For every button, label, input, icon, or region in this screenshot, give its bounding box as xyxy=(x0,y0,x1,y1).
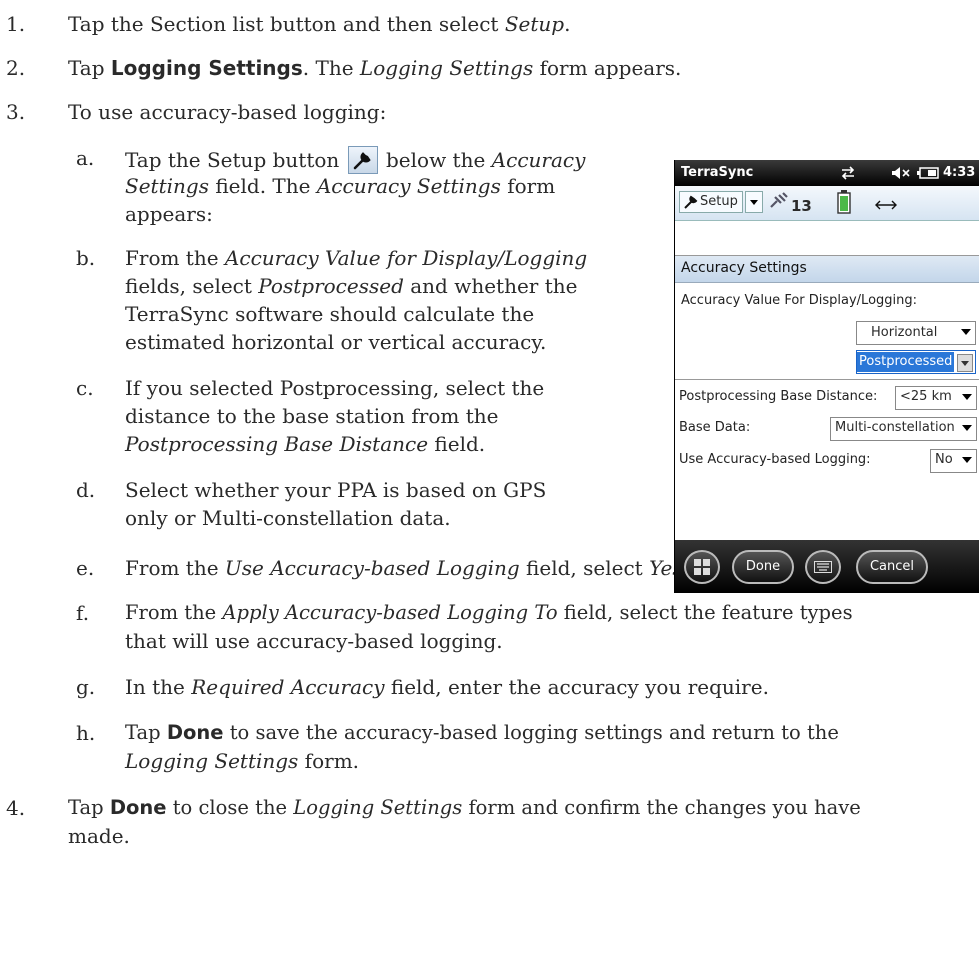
substep-b-line-2: fields, select Postprocessed and whether… xyxy=(125,274,578,298)
battery-level-icon xyxy=(837,190,851,214)
chevron-down-icon xyxy=(961,329,971,335)
cancel-button[interactable]: Cancel xyxy=(856,550,928,584)
substep-a-line-2: Settings field. The Accuracy Settings fo… xyxy=(125,174,556,198)
form-title-bar: Accuracy Settings xyxy=(675,256,979,283)
clock-time: 4:33 xyxy=(943,165,976,180)
divider xyxy=(675,379,979,380)
step-4-line-1: Tap Done to close the Logging Settings f… xyxy=(68,796,861,819)
substep-a-line-3: appears: xyxy=(125,202,213,226)
satellite-icon xyxy=(770,192,788,208)
chevron-down-icon xyxy=(962,457,972,463)
chevron-down-icon xyxy=(750,200,758,205)
chevron-down-icon xyxy=(962,394,972,400)
substep-c-line-3: Postprocessing Base Distance field. xyxy=(125,432,486,456)
substep-letter: g. xyxy=(76,675,96,699)
keyboard-icon xyxy=(814,561,832,573)
substep-letter: c. xyxy=(76,376,94,400)
base-distance-value: <25 km xyxy=(900,389,952,404)
section-list-dropdown[interactable] xyxy=(745,191,763,213)
device-blank-bar xyxy=(675,221,979,256)
substep-c-line-2: distance to the base station from the xyxy=(125,404,499,428)
step-4-line-2: made. xyxy=(68,824,130,848)
device-softkey-bar: Done Cancel xyxy=(675,540,979,593)
substep-letter: a. xyxy=(76,146,95,170)
step-number: 1. xyxy=(6,12,26,36)
accuracy-dimension-value: Horizontal xyxy=(871,325,938,340)
device-toolbar: Setup 13 xyxy=(675,186,979,221)
device-title-bar: TerraSync 4:33 xyxy=(675,160,979,186)
base-distance-label: Postprocessing Base Distance: xyxy=(679,389,878,404)
substep-d-line-2: only or Multi-constellation data. xyxy=(125,506,451,530)
step-number: 3. xyxy=(6,100,26,124)
substep-letter: d. xyxy=(76,478,96,502)
use-logging-value: No xyxy=(935,452,953,467)
substep-letter: h. xyxy=(76,721,96,745)
windows-start-button[interactable] xyxy=(684,550,720,584)
base-data-label: Base Data: xyxy=(679,420,751,435)
speaker-mute-icon xyxy=(892,167,910,179)
base-distance-select[interactable]: <25 km xyxy=(895,386,977,410)
accuracy-type-select[interactable]: Postprocessed xyxy=(856,350,976,374)
accuracy-type-value: Postprocessed xyxy=(857,352,955,372)
windows-start-icon xyxy=(694,559,710,575)
device-screenshot: TerraSync 4:33 Setup 13 Accuracy Setting… xyxy=(674,160,979,593)
step-2-text: Tap Logging Settings. The Logging Settin… xyxy=(68,56,682,80)
chevron-down-icon xyxy=(962,425,972,431)
wrench-icon xyxy=(353,152,371,170)
app-title: TerraSync xyxy=(681,165,754,180)
substep-f-line-2: that will use accuracy-based logging. xyxy=(125,629,503,653)
step-1-text: Tap the Section list button and then sel… xyxy=(68,12,571,36)
substep-b-line-3: TerraSync software should calculate the xyxy=(125,302,535,326)
section-setup-button[interactable]: Setup xyxy=(679,191,743,213)
setup-wrench-button xyxy=(347,146,378,174)
substep-letter: b. xyxy=(76,246,96,270)
substep-f-line-1: From the Apply Accuracy-based Logging To… xyxy=(125,601,853,624)
accuracy-value-label: Accuracy Value For Display/Logging: xyxy=(681,293,918,308)
satellite-count: 13 xyxy=(791,197,812,215)
base-data-value: Multi-constellation xyxy=(835,420,955,435)
done-button[interactable]: Done xyxy=(732,550,794,584)
substep-d-line-1: Select whether your PPA is based on GPS xyxy=(125,478,547,502)
use-logging-select[interactable]: No xyxy=(930,449,977,473)
substep-letter: e. xyxy=(76,556,95,580)
wrench-icon xyxy=(684,195,698,209)
sync-icon xyxy=(841,166,855,180)
substep-a-line-1: Tap the Setup button below the Accuracy xyxy=(125,146,586,174)
form-title: Accuracy Settings xyxy=(681,260,807,276)
base-data-select[interactable]: Multi-constellation xyxy=(830,417,977,441)
step-3-text: To use accuracy-based logging: xyxy=(68,100,387,124)
keyboard-button[interactable] xyxy=(805,550,841,584)
section-setup-label: Setup xyxy=(700,194,738,209)
step-number: 2. xyxy=(6,56,26,80)
chevron-down-icon xyxy=(961,361,969,366)
substep-g-text: In the Required Accuracy field, enter th… xyxy=(125,675,769,699)
battery-icon xyxy=(917,167,939,179)
step-number: 4. xyxy=(6,796,26,820)
substep-e-text: From the Use Accuracy-based Logging fiel… xyxy=(125,556,689,580)
substep-h-line-1: Tap Done to save the accuracy-based logg… xyxy=(125,721,839,744)
substep-b-line-1: From the Accuracy Value for Display/Logg… xyxy=(125,246,588,270)
use-logging-label: Use Accuracy-based Logging: xyxy=(679,452,871,467)
dropdown-arrow-button xyxy=(957,354,973,372)
substep-b-line-4: estimated horizontal or vertical accurac… xyxy=(125,330,547,354)
substep-c-line-1: If you selected Postprocessing, select t… xyxy=(125,376,545,400)
substep-h-line-2: Logging Settings form. xyxy=(125,749,360,773)
arrows-icon xyxy=(875,200,897,210)
accuracy-dimension-select[interactable]: Horizontal xyxy=(856,321,976,345)
substep-letter: f. xyxy=(76,601,90,625)
